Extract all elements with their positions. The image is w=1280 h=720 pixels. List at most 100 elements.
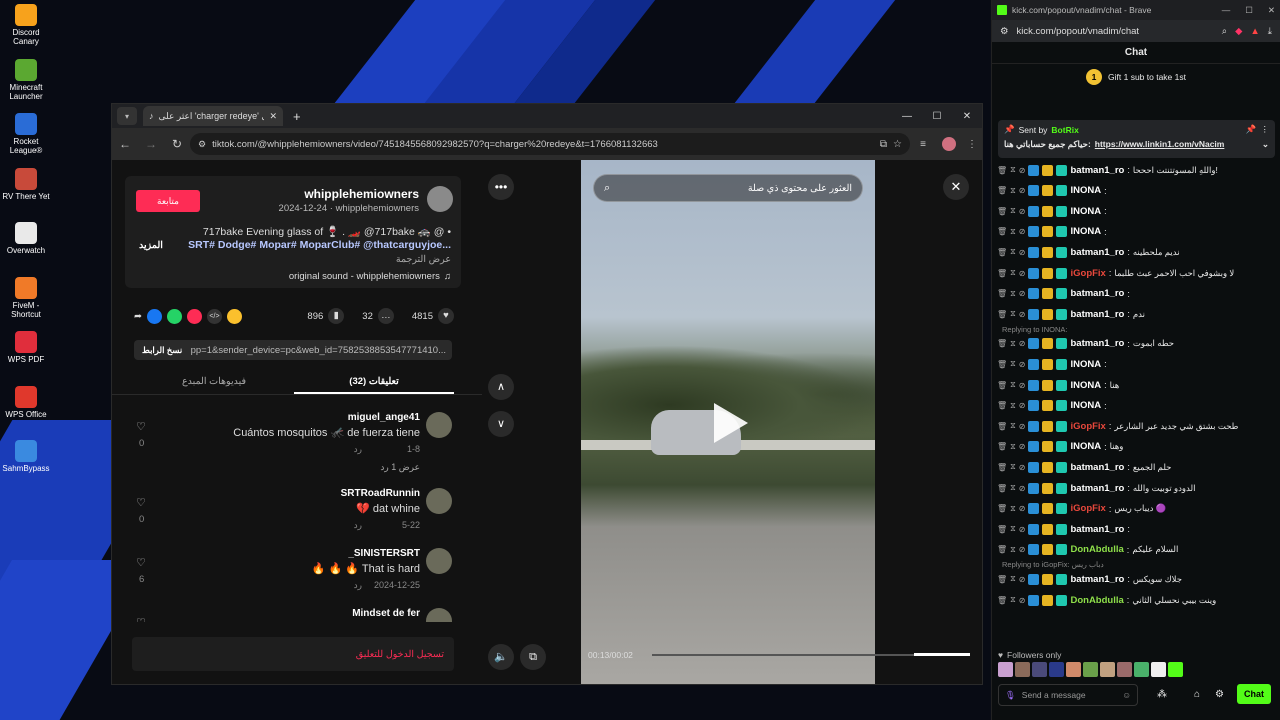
volume-button[interactable]: 🔈 [488, 644, 514, 670]
pip-button[interactable]: ⧉ [520, 644, 546, 670]
gift-banner[interactable]: 1 Gift 1 sub to take 1st [992, 64, 1280, 90]
chat-minimize-icon[interactable]: — [1222, 5, 1231, 15]
timeout-icon[interactable]: ⧖ [1010, 359, 1016, 369]
chat-message[interactable]: 🗑 ⧖ ⊘ iGopFix: لا وبشوفي احب الاحمر عبث طلبم… [997, 263, 1277, 283]
ban-icon[interactable]: ⊘ [1019, 596, 1026, 605]
desktop-icon[interactable]: Overwatch [2, 222, 50, 255]
chat-message[interactable]: 🗑 ⧖ ⊘ iGopFix: طحت بشتق شي جديد عبر الشارعر [997, 416, 1277, 436]
chat-message[interactable]: 🗑 ⧖ ⊘ batman1_ro: حلم الجميع [997, 457, 1277, 477]
tab-list-icon[interactable]: ▾ [117, 107, 137, 125]
browser-menu-icon[interactable]: ⋮ [962, 139, 982, 150]
maximize-icon[interactable]: ☐ [922, 111, 952, 122]
chat-username[interactable]: iGopFix [1070, 503, 1105, 514]
ban-icon[interactable]: ⊘ [1019, 504, 1026, 513]
comment-like-icon[interactable]: ♡ [136, 420, 146, 433]
desktop-icon[interactable]: Rocket League® [2, 113, 50, 155]
mic-icon[interactable]: 🎙 [1005, 690, 1016, 701]
chat-message[interactable]: 🗑 ⧖ ⊘ DonAbdulla: السلام عليكم [997, 540, 1277, 560]
tab-comments[interactable]: تعليقات (32) [294, 370, 454, 394]
chat-username[interactable]: batman1_ro [1070, 309, 1124, 320]
chat-message[interactable]: 🗑 ⧖ ⊘ INONA: [997, 354, 1277, 374]
brave-rewards-icon[interactable]: ▲ [1250, 26, 1259, 37]
desktop-icon[interactable]: WPS Office [2, 385, 50, 419]
prev-video-button[interactable]: ∧ [488, 374, 514, 400]
desktop-icon[interactable]: Discord Canary [2, 4, 50, 46]
chat-username[interactable]: batman1_ro [1070, 288, 1124, 299]
chat-username[interactable]: DonAbdulla [1070, 544, 1123, 555]
bookmark-icon[interactable]: ▮ [328, 308, 345, 324]
delete-icon[interactable]: 🗑 [997, 422, 1007, 431]
ban-icon[interactable]: ⊘ [1019, 463, 1026, 472]
follow-button[interactable]: متابعة [136, 190, 200, 212]
emotes-icon[interactable]: ⁂ [1157, 689, 1167, 700]
install-icon[interactable]: ⧉ [880, 139, 887, 150]
timeout-icon[interactable]: ⧖ [1010, 165, 1016, 175]
ban-icon[interactable]: ⊘ [1019, 166, 1026, 175]
chat-site-icon[interactable]: ⚙ [1000, 26, 1009, 37]
chat-message[interactable]: 🗑 ⧖ ⊘ batman1_ro: نديم ملحطينه [997, 242, 1277, 262]
chat-message[interactable]: 🗑 ⧖ ⊘ batman1_ro: [997, 519, 1277, 539]
repost-icon[interactable] [226, 308, 242, 324]
back-icon[interactable]: ← [112, 137, 138, 151]
site-info-icon[interactable]: ⚙ [198, 139, 206, 150]
pinned-collapse-icon[interactable]: ⌄ [1262, 139, 1269, 150]
chat-message[interactable]: 🗑 ⧖ ⊘ batman1_ro: ندم [997, 304, 1277, 324]
embed-icon[interactable]: </> [206, 308, 222, 324]
ban-icon[interactable]: ⊘ [1019, 442, 1026, 451]
pinned-message[interactable]: 📌 Sent by BotRix 📌 ⋮ حياكم جميع حساباتي … [998, 120, 1275, 158]
delete-icon[interactable]: 🗑 [997, 339, 1007, 348]
related-search-bar[interactable]: ⌕ العثور على محتوى ذي صلة [593, 174, 863, 202]
view-replies-link[interactable]: عرض 1 رد [380, 462, 420, 473]
chat-username[interactable]: batman1_ro [1070, 247, 1124, 258]
ban-icon[interactable]: ⊘ [1019, 525, 1026, 534]
chat-message[interactable]: 🗑 ⧖ ⊘ batman1_ro: حطه ابموت [997, 334, 1277, 354]
forward-icon[interactable]: → [138, 137, 164, 151]
delete-icon[interactable]: 🗑 [997, 442, 1007, 451]
chat-username[interactable]: INONA [1070, 226, 1101, 237]
tab-close-icon[interactable]: ✕ [269, 111, 277, 122]
delete-icon[interactable]: 🗑 [997, 310, 1007, 319]
desktop-icon[interactable]: RV There Yet [2, 167, 50, 201]
close-video-button[interactable]: ✕ [943, 174, 969, 200]
delete-icon[interactable]: 🗑 [997, 186, 1007, 195]
chat-username[interactable]: DonAbdulla [1070, 595, 1123, 606]
commenter-avatar[interactable] [426, 412, 452, 438]
chat-message[interactable]: 🗑 ⧖ ⊘ INONA: [997, 201, 1277, 221]
timeout-icon[interactable]: ⧖ [1010, 227, 1016, 237]
timeout-icon[interactable]: ⧖ [1010, 574, 1016, 584]
delete-icon[interactable]: 🗑 [997, 596, 1007, 605]
brave-shield-icon[interactable]: ◆ [1235, 26, 1242, 37]
play-icon[interactable] [714, 403, 748, 443]
timeout-icon[interactable]: ⧖ [1010, 206, 1016, 216]
reload-icon[interactable]: ↻ [164, 137, 190, 151]
ban-icon[interactable]: ⊘ [1019, 339, 1026, 348]
delete-icon[interactable]: 🗑 [997, 525, 1007, 534]
delete-icon[interactable]: 🗑 [997, 207, 1007, 216]
url-field[interactable]: ⚙ tiktok.com/@whipplehemiowners/video/74… [190, 133, 910, 155]
commenter-username[interactable]: _SINISTERSRT [348, 548, 420, 559]
profile-avatar[interactable] [942, 137, 956, 151]
delete-icon[interactable]: 🗑 [997, 545, 1007, 554]
author-username[interactable]: whipplehemiowners [304, 187, 419, 201]
reply-link[interactable]: رد [354, 580, 362, 591]
sound-row[interactable]: original sound - whipplehemiowners ♫ [289, 271, 451, 282]
timeout-icon[interactable]: ⧖ [1010, 401, 1016, 411]
timeout-icon[interactable]: ⧖ [1010, 268, 1016, 278]
window-close-icon[interactable]: ✕ [952, 111, 982, 122]
ban-icon[interactable]: ⊘ [1019, 360, 1026, 369]
pinned-menu-icon[interactable]: ⋮ [1261, 124, 1270, 135]
ban-icon[interactable]: ⊘ [1019, 207, 1026, 216]
delete-icon[interactable]: 🗑 [997, 248, 1007, 257]
timeout-icon[interactable]: ⧖ [1010, 186, 1016, 196]
delete-icon[interactable]: 🗑 [997, 401, 1007, 410]
delete-icon[interactable]: 🗑 [997, 269, 1007, 278]
media-icon[interactable]: ≡ [910, 139, 936, 150]
more-options-button[interactable]: ••• [488, 174, 514, 200]
chat-message[interactable]: 🗑 ⧖ ⊘ batman1_ro: واللهِ المسوتتنتت احححا! [997, 160, 1277, 180]
chat-username[interactable]: batman1_ro [1070, 338, 1124, 349]
chat-username[interactable]: batman1_ro [1070, 574, 1124, 585]
ban-icon[interactable]: ⊘ [1019, 186, 1026, 195]
chat-message[interactable]: 🗑 ⧖ ⊘ INONA: [997, 396, 1277, 416]
desktop-icon[interactable]: FiveM - Shortcut [2, 276, 50, 319]
delete-icon[interactable]: 🗑 [997, 575, 1007, 584]
